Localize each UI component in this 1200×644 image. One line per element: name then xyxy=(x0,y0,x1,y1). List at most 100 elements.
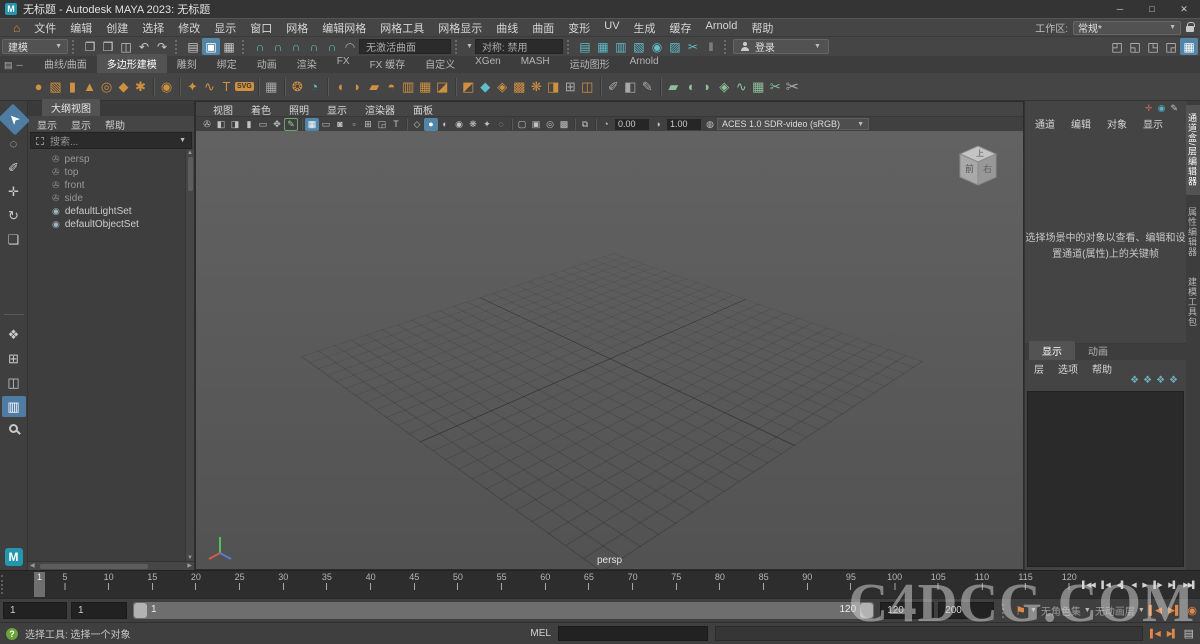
outliner-item[interactable]: ✇ front xyxy=(28,179,185,192)
move-tool-icon[interactable]: ✛ xyxy=(2,181,26,202)
render-setup-icon[interactable]: ▧ xyxy=(630,38,648,55)
snap-projected-center-icon[interactable]: ∩ xyxy=(305,38,323,55)
step-forward-frame-button[interactable]: ▌▶ xyxy=(1153,581,1161,589)
poly-disc-icon[interactable]: ✱ xyxy=(132,76,149,98)
attribute-spreadsheet-icon[interactable]: ◲ xyxy=(1162,38,1180,55)
step-back-frame-button[interactable]: ◀▌ xyxy=(1116,581,1124,589)
render-view-icon[interactable]: ▤ xyxy=(576,38,594,55)
anim-layer-select[interactable]: 无动画层▼ xyxy=(1095,603,1145,618)
command-result-field[interactable] xyxy=(715,626,1143,641)
poly-cylinder-icon[interactable]: ▮ xyxy=(64,76,81,98)
two-pane-layout-button[interactable]: ◫ xyxy=(2,372,26,393)
viewport-menu-item[interactable]: 照明 xyxy=(280,102,318,117)
maximize-button[interactable]: □ xyxy=(1136,0,1168,18)
cut-icon[interactable]: ✂ xyxy=(684,38,702,55)
shelf-tab[interactable]: 雕刻 xyxy=(167,54,207,73)
extrude-icon[interactable]: ◩ xyxy=(460,76,477,98)
color-space-select[interactable]: ACES 1.0 SDR-video (sRGB) ▼ xyxy=(717,118,869,130)
xray-active-icon[interactable]: ◎ xyxy=(543,118,557,131)
make-live-icon[interactable]: ◠ xyxy=(341,38,359,55)
resolution-gate-icon[interactable]: ◙ xyxy=(333,118,347,131)
home-icon[interactable]: ⌂ xyxy=(6,21,27,35)
super-shape-icon[interactable]: ✦ xyxy=(184,76,201,98)
group-grip[interactable] xyxy=(1002,604,1007,618)
outliner-persp-layout-button[interactable]: ▥ xyxy=(2,396,26,417)
menu-set-select[interactable]: 建模 ▼ xyxy=(2,39,68,54)
select-hierarchy-icon[interactable]: ▤ xyxy=(184,38,202,55)
bevel-icon[interactable]: ◆ xyxy=(477,76,494,98)
outliner-search-input[interactable]: 搜索... ▼ xyxy=(30,132,192,149)
outliner-vscrollbar[interactable]: ▲ ▼ xyxy=(185,150,194,561)
viewport-menu-item[interactable]: 渲染器 xyxy=(356,102,404,117)
open-scene-icon[interactable]: ❒ xyxy=(99,38,117,55)
time-slider[interactable]: 1 51015202530354045505560657075808590951… xyxy=(0,570,1200,598)
safe-action-icon[interactable]: ◲ xyxy=(375,118,389,131)
textured-icon[interactable]: ◐ xyxy=(438,118,452,131)
separate-icon[interactable]: ◗ xyxy=(349,76,366,98)
gamma-icon[interactable]: ◑ xyxy=(651,118,665,131)
grease-pencil-icon[interactable]: ✎ xyxy=(284,118,298,131)
multi-cut-icon[interactable]: ✐ xyxy=(605,76,622,98)
render-frame-icon[interactable]: ▦ xyxy=(594,38,612,55)
cut-tool-icon[interactable]: ✂ xyxy=(767,76,784,98)
combine-icon[interactable]: ◖ xyxy=(332,76,349,98)
hypershade-toggle-icon[interactable]: ▦ xyxy=(1180,38,1198,55)
outliner-menu-item[interactable]: 帮助 xyxy=(98,117,132,130)
poly-torus-icon[interactable]: ◎ xyxy=(98,76,115,98)
layer-editor-tab[interactable]: 动画 xyxy=(1075,341,1121,360)
shelf-tab[interactable]: 自定义 xyxy=(415,54,465,73)
animation-end-field[interactable]: 200 xyxy=(938,602,994,619)
prev-message-icon[interactable]: ▌◀ xyxy=(1150,629,1160,638)
circularize-icon[interactable]: ❋ xyxy=(528,76,545,98)
snap-point-icon[interactable]: ∩ xyxy=(287,38,305,55)
new-empty-layer-icon[interactable]: ❖ xyxy=(1130,375,1139,389)
isolate-select-icon[interactable]: ⧉ xyxy=(578,118,592,131)
field-chart-icon[interactable]: ⊞ xyxy=(361,118,375,131)
shelf-tab[interactable]: FX 缓存 xyxy=(360,54,416,73)
lock-camera-icon[interactable]: ◧ xyxy=(214,118,228,131)
shelf-tab[interactable]: Arnold xyxy=(620,54,669,73)
viewport-menu-item[interactable]: 着色 xyxy=(242,102,280,117)
redo-icon[interactable]: ↷ xyxy=(153,38,171,55)
active-surface-field[interactable]: 无激活曲面 xyxy=(359,39,451,54)
relax-tool-icon[interactable]: ◖ xyxy=(682,76,699,98)
smooth-icon[interactable]: ▦ xyxy=(417,76,434,98)
select-object-icon[interactable]: ▣ xyxy=(202,38,220,55)
set-key-icon[interactable]: ⚑ xyxy=(1015,604,1026,618)
layer-menu-item[interactable]: 帮助 xyxy=(1085,361,1119,374)
gamma-field[interactable]: 1.00 xyxy=(667,119,701,130)
extract-icon[interactable]: ▰ xyxy=(366,76,383,98)
view-cube[interactable]: 上 前 右 xyxy=(949,141,1007,195)
time-editor-icon[interactable]: ◔ xyxy=(306,76,323,98)
step-forward-key-button[interactable]: ▶▌ xyxy=(1168,581,1176,589)
layer-menu-item[interactable]: 选项 xyxy=(1051,361,1085,374)
shelf-tab[interactable]: 渲染 xyxy=(287,54,327,73)
new-layer-objects-icon[interactable]: ❖ xyxy=(1169,375,1178,389)
snap-curve-icon[interactable]: ∩ xyxy=(269,38,287,55)
ambient-occlusion-icon[interactable]: ✦ xyxy=(480,118,494,131)
menu-item[interactable]: 修改 xyxy=(171,20,207,36)
menu-item[interactable]: 网格工具 xyxy=(373,20,431,36)
channel-slider-icon[interactable]: ◳ xyxy=(1144,38,1162,55)
sidebar-tab[interactable]: 建模工具包 xyxy=(1186,269,1200,335)
shelf-menu-icon[interactable]: ▤ xyxy=(4,60,13,71)
sign-in-button[interactable]: 登录 ▼ xyxy=(733,39,829,54)
motion-blur-icon[interactable]: ◌ xyxy=(494,118,508,131)
scroll-thumb[interactable] xyxy=(40,564,148,569)
film-gate-icon[interactable]: ▭ xyxy=(319,118,333,131)
range-end-handle[interactable] xyxy=(860,603,873,618)
range-start-handle[interactable] xyxy=(134,603,147,618)
scroll-thumb[interactable] xyxy=(188,157,193,191)
outliner-item[interactable]: ✇ side xyxy=(28,192,185,205)
command-line-input[interactable] xyxy=(558,626,708,641)
shelf-tab[interactable]: MASH xyxy=(511,54,560,73)
shadows-icon[interactable]: ❋ xyxy=(466,118,480,131)
xray-icon[interactable]: ▢ xyxy=(515,118,529,131)
playback-start-field[interactable]: 1 xyxy=(71,602,127,619)
next-message-icon[interactable]: ▶▌ xyxy=(1167,629,1177,638)
pause-icon[interactable]: ‖ xyxy=(702,38,720,55)
layer-list[interactable] xyxy=(1027,391,1184,567)
menu-item[interactable]: 网格 xyxy=(279,20,315,36)
arnold-render-icon[interactable]: ◉ xyxy=(648,38,666,55)
menu-item[interactable]: 变形 xyxy=(561,20,597,36)
